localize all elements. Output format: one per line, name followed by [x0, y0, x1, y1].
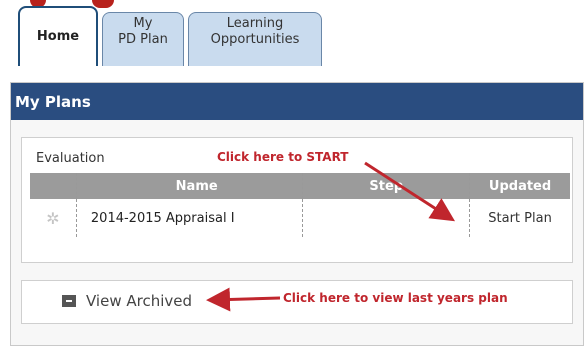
- table-row[interactable]: ✲ 2014-2015 Appraisal I Start Plan: [30, 199, 570, 237]
- view-archived-label: View Archived: [86, 292, 193, 310]
- tab-my-pd-plan-label-1: My: [133, 16, 153, 31]
- tab-bar: Home My PD Plan Learning Opportunities: [18, 6, 326, 66]
- start-plan-label[interactable]: Start Plan: [488, 211, 552, 226]
- row-icon-cell[interactable]: ✲: [30, 199, 76, 237]
- annotation-archived: Click here to view last years plan: [283, 291, 508, 305]
- tab-my-pd-plan-label-2: PD Plan: [118, 32, 168, 47]
- evaluation-label: Evaluation: [36, 151, 105, 166]
- plans-table: Name Step Updated ✲ 2014-2015 Appraisal …: [30, 173, 570, 237]
- header-step[interactable]: Step: [302, 173, 470, 199]
- header-updated[interactable]: Updated: [469, 173, 570, 199]
- plan-step: [302, 199, 470, 237]
- header-name[interactable]: Name: [75, 173, 303, 199]
- tab-my-pd-plan[interactable]: My PD Plan: [102, 12, 184, 66]
- header-icon-col: [30, 173, 77, 199]
- view-archived-button[interactable]: View Archived: [62, 292, 192, 310]
- table-header-row: Name Step Updated: [30, 173, 570, 199]
- tab-learning-label-2: Opportunities: [210, 32, 300, 47]
- tab-learning-label-1: Learning: [226, 16, 284, 31]
- tab-home[interactable]: Home: [18, 6, 98, 66]
- gear-icon[interactable]: ✲: [46, 209, 59, 228]
- start-plan-link[interactable]: Start Plan: [469, 199, 570, 237]
- annotation-start: Click here to START: [217, 150, 349, 164]
- tab-learning-opportunities[interactable]: Learning Opportunities: [188, 12, 322, 66]
- panel-title: My Plans: [11, 83, 583, 120]
- tab-home-label: Home: [36, 29, 80, 44]
- my-plans-panel: My Plans Evaluation Name Step Updated ✲ …: [10, 82, 584, 346]
- plan-name: 2014-2015 Appraisal I: [75, 199, 303, 237]
- archive-box-icon: [62, 295, 76, 307]
